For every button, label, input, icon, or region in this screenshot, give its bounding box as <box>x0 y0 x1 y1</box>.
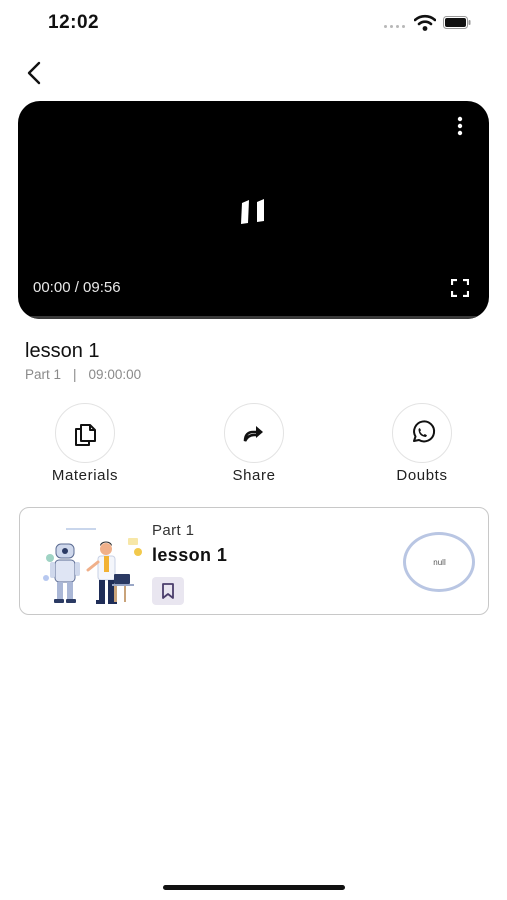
share-arrow-icon <box>243 426 263 442</box>
progress-ring-text: null <box>433 558 446 567</box>
materials-button[interactable]: Materials <box>25 403 145 484</box>
video-time-readout: 00:00 / 09:56 <box>33 279 121 296</box>
more-options-icon[interactable] <box>453 115 467 137</box>
back-button[interactable] <box>22 60 48 86</box>
status-time: 12:02 <box>48 12 100 33</box>
cellular-signal-icon <box>384 25 405 28</box>
card-part-label: Part 1 <box>152 522 195 539</box>
fullscreen-icon[interactable] <box>451 279 469 297</box>
doubts-button[interactable]: Doubts <box>362 403 482 484</box>
lesson-part: Part 1 <box>25 367 62 382</box>
lesson-thumbnail-illustration <box>43 528 142 604</box>
whatsapp-icon <box>413 420 436 443</box>
copy-icon <box>75 424 96 446</box>
video-progress-bar[interactable] <box>18 316 489 319</box>
wifi-icon <box>414 14 436 31</box>
doubts-circle[interactable] <box>392 403 452 463</box>
home-indicator <box>163 885 345 890</box>
lesson-meta: Part 1 | 09:00:00 <box>25 367 141 382</box>
meta-separator: | <box>73 367 77 382</box>
materials-circle[interactable] <box>55 403 115 463</box>
lesson-title: lesson 1 <box>25 340 100 362</box>
share-label: Share <box>232 467 276 484</box>
progress-ring: null <box>403 532 475 592</box>
share-circle[interactable] <box>224 403 284 463</box>
lesson-duration: 09:00:00 <box>88 367 142 382</box>
share-button[interactable]: Share <box>194 403 314 484</box>
pause-icon[interactable] <box>236 193 276 229</box>
bookmark-icon <box>162 583 174 599</box>
materials-label: Materials <box>51 467 119 484</box>
status-bar: 12:02 <box>0 0 507 50</box>
battery-icon <box>443 16 471 29</box>
video-player[interactable]: 00:00 / 09:56 <box>18 101 489 319</box>
bookmark-button[interactable] <box>152 577 184 605</box>
doubts-label: Doubts <box>396 467 448 484</box>
card-lesson-title: lesson 1 <box>152 545 228 565</box>
lesson-card[interactable]: Part 1 lesson 1 null <box>19 507 489 615</box>
